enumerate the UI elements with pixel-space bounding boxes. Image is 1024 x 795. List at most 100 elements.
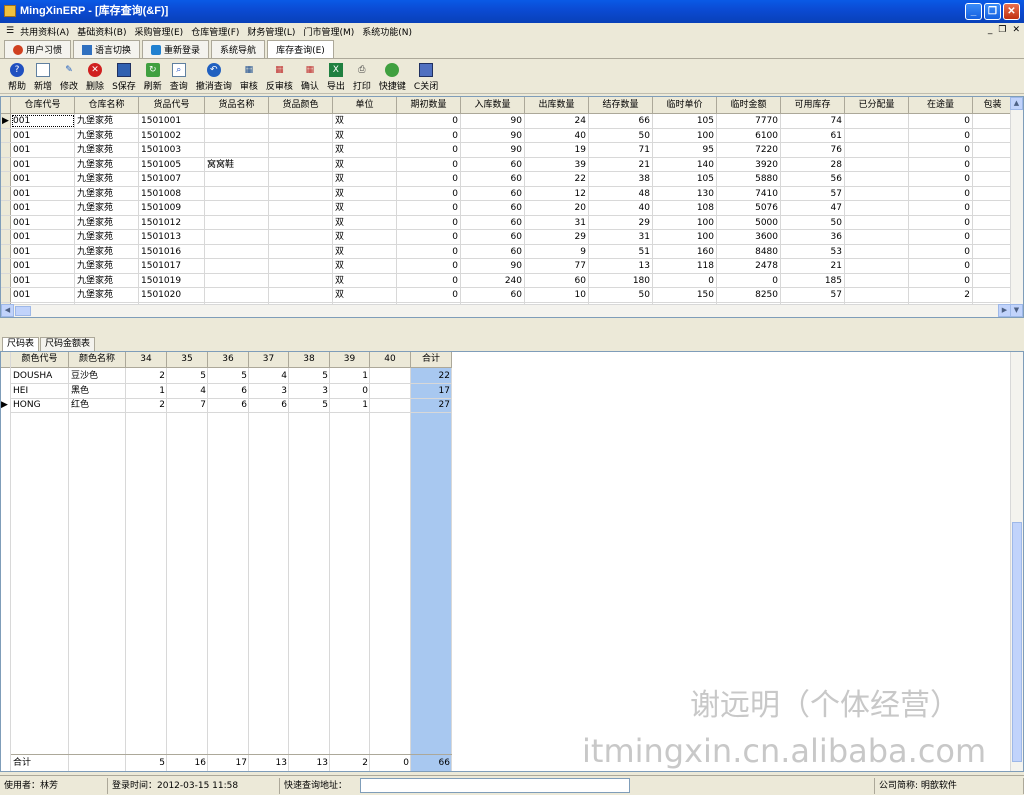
table-cell[interactable]: 001: [11, 244, 75, 258]
table-cell[interactable]: [269, 230, 333, 244]
table-cell[interactable]: 8250: [717, 288, 781, 302]
table-cell[interactable]: 31: [525, 215, 589, 229]
table-cell[interactable]: 001: [11, 273, 75, 287]
column-header[interactable]: 货品颜色: [269, 97, 333, 113]
size-column-header[interactable]: 38: [289, 352, 330, 368]
scroll-right-arrow[interactable]: ▶: [998, 304, 1011, 317]
table-cell[interactable]: 九堡家苑: [75, 230, 139, 244]
column-header[interactable]: 货品代号: [139, 97, 205, 113]
table-cell[interactable]: 29: [589, 215, 653, 229]
size-cell[interactable]: 红色: [69, 398, 126, 412]
table-row[interactable]: 001 九堡家苑 1501020 双 0 60 10 50 150 8250 57 2: [1, 288, 1023, 303]
table-cell[interactable]: 0: [909, 128, 973, 142]
size-cell[interactable]: 5: [167, 369, 208, 383]
table-row[interactable]: 001 九堡家苑 1501017 双 0 90 77 13 118 2478 21 0: [1, 259, 1023, 274]
size-column-header[interactable]: 颜色名称: [69, 352, 126, 368]
table-cell[interactable]: [973, 259, 1013, 273]
table-cell[interactable]: 九堡家苑: [75, 114, 139, 128]
menu-finance[interactable]: 财务管理(L): [243, 25, 299, 38]
table-cell[interactable]: 0: [909, 244, 973, 258]
table-cell[interactable]: [205, 273, 269, 287]
shortcut-button[interactable]: 快捷键: [375, 60, 410, 94]
close-button[interactable]: ✕: [1003, 3, 1020, 20]
size-cell[interactable]: 6: [208, 384, 249, 398]
table-cell[interactable]: [269, 114, 333, 128]
table-cell[interactable]: 50: [589, 128, 653, 142]
table-cell[interactable]: [973, 172, 1013, 186]
size-cell[interactable]: 0: [330, 384, 370, 398]
table-cell[interactable]: 7220: [717, 143, 781, 157]
table-cell[interactable]: 24: [525, 114, 589, 128]
table-cell[interactable]: 1501001: [139, 114, 205, 128]
table-cell[interactable]: 7770: [717, 114, 781, 128]
table-cell[interactable]: 105: [653, 114, 717, 128]
table-cell[interactable]: 0: [909, 215, 973, 229]
table-cell[interactable]: 105: [653, 172, 717, 186]
table-row[interactable]: 001 九堡家苑 1501003 双 0 90 19 71 95 7220 76 0: [1, 143, 1023, 158]
column-header[interactable]: 出库数量: [525, 97, 589, 113]
table-cell[interactable]: 28: [781, 157, 845, 171]
table-cell[interactable]: 001: [11, 259, 75, 273]
table-cell[interactable]: 双: [333, 157, 397, 171]
table-cell[interactable]: 001: [11, 230, 75, 244]
table-cell[interactable]: 48: [589, 186, 653, 200]
table-cell[interactable]: 36: [781, 230, 845, 244]
column-header[interactable]: 临时金额: [717, 97, 781, 113]
table-cell[interactable]: 240: [461, 273, 525, 287]
column-header[interactable]: 已分配量: [845, 97, 909, 113]
size-cell[interactable]: [370, 398, 411, 412]
table-cell[interactable]: 57: [781, 288, 845, 302]
table-cell[interactable]: [973, 157, 1013, 171]
table-cell[interactable]: 140: [653, 157, 717, 171]
unapprove-button[interactable]: ▦ 反审核: [262, 60, 297, 94]
table-cell[interactable]: 60: [461, 244, 525, 258]
table-cell[interactable]: 60: [461, 186, 525, 200]
size-cell[interactable]: [370, 369, 411, 383]
new-button[interactable]: 新增: [30, 60, 56, 94]
table-cell[interactable]: [973, 215, 1013, 229]
table-cell[interactable]: 6100: [717, 128, 781, 142]
table-cell[interactable]: [205, 244, 269, 258]
table-row[interactable]: 001 九堡家苑 1501005 窝窝鞋双 0 60 39 21 140 3920 28 0: [1, 157, 1023, 172]
approve-button[interactable]: ▦ 审核: [236, 60, 262, 94]
size-cell[interactable]: 2: [126, 369, 167, 383]
column-header[interactable]: 入库数量: [461, 97, 525, 113]
table-cell[interactable]: 40: [525, 128, 589, 142]
table-cell[interactable]: 1501003: [139, 143, 205, 157]
column-header[interactable]: 单位: [333, 97, 397, 113]
table-cell[interactable]: [845, 172, 909, 186]
size-column-header[interactable]: 40: [370, 352, 411, 368]
export-button[interactable]: X 导出: [323, 60, 349, 94]
table-cell[interactable]: 13: [589, 259, 653, 273]
size-cell[interactable]: 17: [411, 384, 452, 398]
table-cell[interactable]: 0: [909, 259, 973, 273]
table-cell[interactable]: [973, 186, 1013, 200]
table-cell[interactable]: 31: [589, 230, 653, 244]
table-cell[interactable]: 38: [589, 172, 653, 186]
table-cell[interactable]: [973, 201, 1013, 215]
table-cell[interactable]: [269, 172, 333, 186]
table-cell[interactable]: [845, 215, 909, 229]
table-cell[interactable]: 0: [397, 186, 461, 200]
table-cell[interactable]: 53: [781, 244, 845, 258]
query-button[interactable]: ⌕ 查询: [166, 60, 192, 94]
table-cell[interactable]: 51: [589, 244, 653, 258]
scroll-up-arrow[interactable]: ▲: [1010, 97, 1023, 110]
table-cell[interactable]: 150: [653, 288, 717, 302]
table-cell[interactable]: 0: [909, 201, 973, 215]
table-cell[interactable]: 九堡家苑: [75, 172, 139, 186]
table-cell[interactable]: 76: [781, 143, 845, 157]
help-button[interactable]: ? 帮助: [4, 60, 30, 94]
table-cell[interactable]: 61: [781, 128, 845, 142]
menu-basic-data[interactable]: 基础资料(B): [73, 25, 130, 38]
size-cell[interactable]: 4: [249, 369, 289, 383]
table-cell[interactable]: 九堡家苑: [75, 273, 139, 287]
table-cell[interactable]: 九堡家苑: [75, 259, 139, 273]
table-cell[interactable]: 0: [397, 273, 461, 287]
table-cell[interactable]: [973, 114, 1013, 128]
table-cell[interactable]: 60: [461, 215, 525, 229]
tab-language[interactable]: 语言切换: [73, 40, 141, 58]
table-cell[interactable]: 12: [525, 186, 589, 200]
table-cell[interactable]: 双: [333, 201, 397, 215]
table-cell[interactable]: [845, 230, 909, 244]
